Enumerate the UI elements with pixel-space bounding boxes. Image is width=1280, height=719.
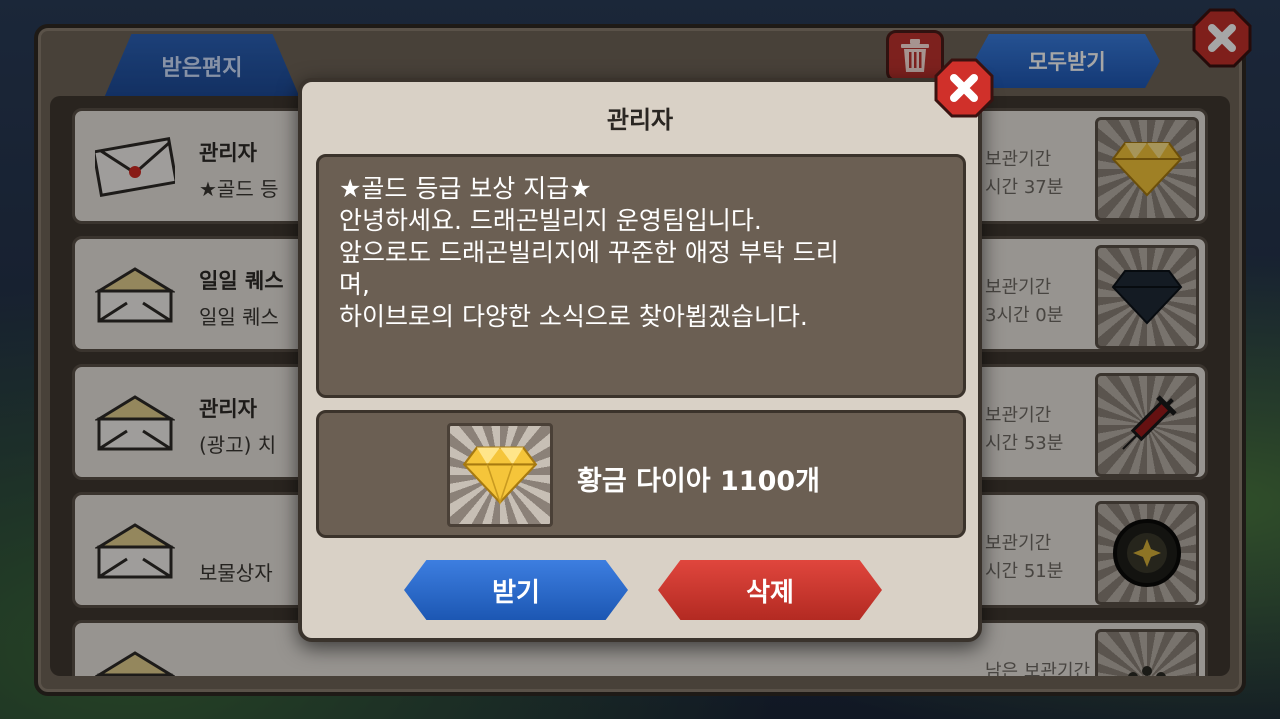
reward-item-frame [447, 423, 553, 527]
message-line: 앞으로도 드래곤빌리지에 꾸준한 애정 부탁 드리 [339, 238, 839, 267]
dialog-title: 관리자 [606, 106, 674, 134]
delete-button[interactable]: 삭제 [658, 560, 882, 620]
message-line: ★골드 등급 보상 지급★ [339, 174, 592, 203]
close-icon [934, 58, 994, 118]
message-line: 안녕하세요. 드래곤빌리지 운영팀입니다. [339, 206, 762, 235]
mail-detail-dialog: 관리자 ★골드 등급 보상 지급★ 안녕하세요. 드래곤빌리지 운영팀입니다. … [298, 78, 982, 642]
message-line: 며, [339, 270, 370, 299]
receive-button[interactable]: 받기 [404, 560, 628, 620]
message-body: ★골드 등급 보상 지급★ 안녕하세요. 드래곤빌리지 운영팀입니다. 앞으로도… [316, 154, 966, 398]
reward-panel: 황금 다이아 1100개 [316, 410, 966, 538]
gold-diamond-icon [462, 446, 538, 505]
message-line: 하이브로의 다양한 소식으로 찾아뵙겠습니다. [339, 302, 808, 331]
reward-name: 황금 다이아 1100개 [577, 466, 820, 497]
close-dialog-button[interactable] [932, 56, 996, 120]
